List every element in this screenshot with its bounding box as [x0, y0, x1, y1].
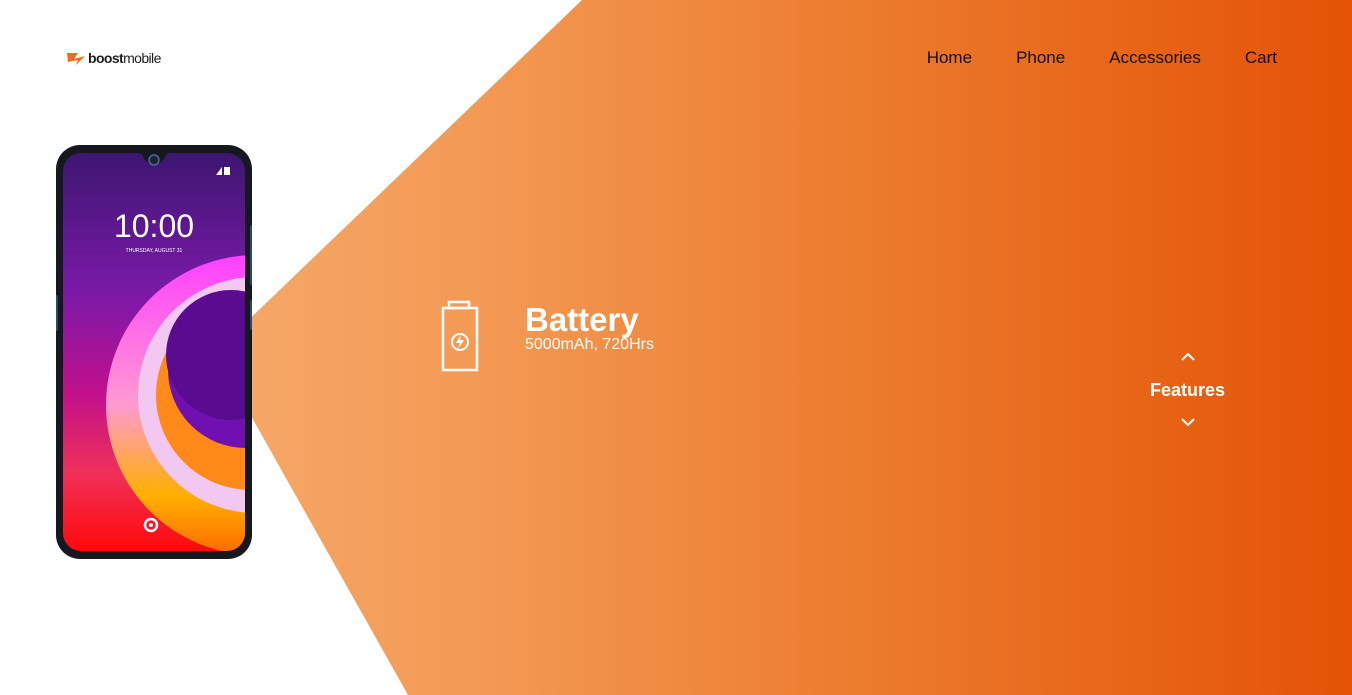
- nav-cart[interactable]: Cart: [1245, 48, 1277, 68]
- header: boostmobile Home Phone Accessories Cart: [0, 0, 1352, 116]
- phone-image: 10:00 THURSDAY, AUGUST 31: [56, 145, 252, 559]
- nav-accessories[interactable]: Accessories: [1109, 48, 1201, 68]
- battery-charging-icon: [441, 300, 479, 372]
- nav-phone[interactable]: Phone: [1016, 48, 1065, 68]
- feature-battery: Battery 5000mAh, 720Hrs: [440, 300, 654, 372]
- nav-home[interactable]: Home: [927, 48, 972, 68]
- feature-detail: 5000mAh, 720Hrs: [525, 336, 654, 353]
- phone-clock-time: 10:00: [114, 208, 194, 244]
- main-nav: Home Phone Accessories Cart: [927, 48, 1277, 68]
- feature-title: Battery: [525, 301, 639, 338]
- features-label: Features: [1149, 380, 1226, 400]
- phone-clock-date: THURSDAY, AUGUST 31: [126, 248, 183, 254]
- boost-logo-icon: [67, 53, 85, 65]
- features-navigator: Features: [1140, 348, 1235, 431]
- boost-mobile-logo[interactable]: boostmobile: [66, 48, 161, 68]
- chevron-down-icon[interactable]: [1179, 413, 1197, 431]
- chevron-up-icon[interactable]: [1179, 348, 1197, 366]
- logo-text: boostmobile: [88, 50, 161, 66]
